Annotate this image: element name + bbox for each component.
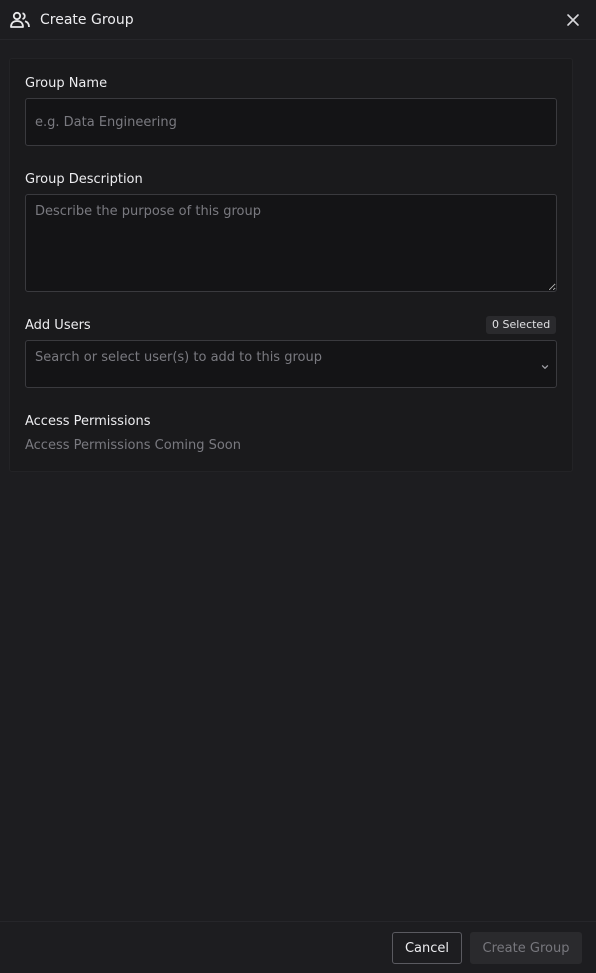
create-group-button[interactable]: Create Group: [470, 932, 582, 964]
add-users-placeholder: Search or select user(s) to add to this …: [35, 350, 322, 365]
close-icon[interactable]: [563, 10, 583, 30]
panel-header: Create Group: [0, 0, 596, 40]
access-permissions-note: Access Permissions Coming Soon: [25, 438, 241, 453]
group-description-textarea[interactable]: [25, 194, 557, 292]
panel-title: Create Group: [40, 12, 134, 28]
users-icon: [9, 10, 31, 30]
add-users-label: Add Users: [25, 318, 91, 333]
cancel-button[interactable]: Cancel: [392, 932, 462, 964]
group-description-label: Group Description: [25, 172, 143, 187]
group-form-card: Group Name Group Description Add Users 0…: [9, 58, 573, 472]
add-users-select[interactable]: Search or select user(s) to add to this …: [25, 340, 557, 388]
create-group-panel: Create Group Group Name Group Descriptio…: [0, 0, 596, 973]
chevron-down-icon[interactable]: [540, 357, 550, 369]
group-name-input[interactable]: [25, 98, 557, 146]
panel-footer: Cancel Create Group: [0, 921, 596, 973]
selected-count-badge: 0 Selected: [486, 316, 557, 334]
group-name-label: Group Name: [25, 76, 108, 91]
access-permissions-label: Access Permissions: [25, 414, 151, 429]
